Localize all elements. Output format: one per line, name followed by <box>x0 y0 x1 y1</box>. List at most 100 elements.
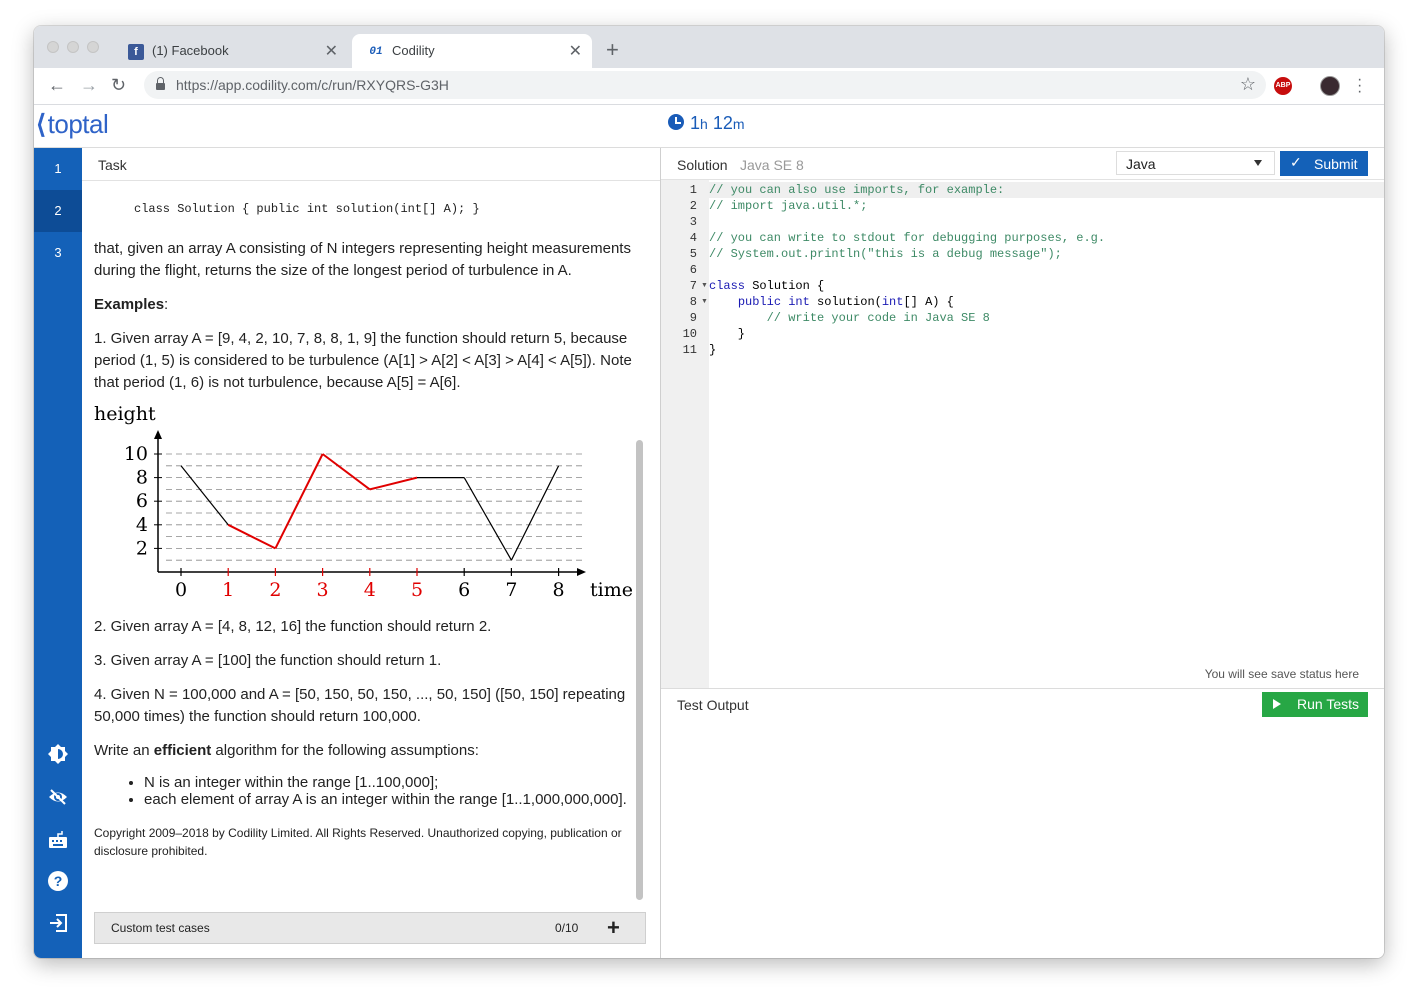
x-tick-label: 4 <box>364 579 376 601</box>
language-value: Java <box>1126 156 1156 172</box>
task-nav-3[interactable]: 3 <box>34 232 82 274</box>
y-tick-label: 10 <box>124 443 148 465</box>
keyboard-icon[interactable] <box>48 830 68 850</box>
tab-strip: f (1) Facebook ✕ 01 Codility ✕ + <box>34 26 1384 68</box>
task-intro: that, given an array A consisting of N i… <box>94 240 631 279</box>
write-bold: efficient <box>153 742 212 759</box>
line-number: 3 <box>689 215 697 229</box>
eye-icon[interactable] <box>48 787 68 807</box>
timer-hours: 1 <box>690 113 701 133</box>
run-tests-label: Run Tests <box>1297 696 1359 712</box>
line-number: 11 <box>682 343 697 357</box>
line-number: 6 <box>689 263 697 277</box>
browser-menu-icon[interactable]: · · · <box>1357 72 1362 100</box>
close-tab-icon[interactable]: ✕ <box>569 41 582 61</box>
line-number: 2 <box>689 199 697 213</box>
bookmark-star-icon[interactable]: ☆ <box>1240 74 1256 95</box>
adblock-icon[interactable]: ABP <box>1274 77 1292 95</box>
check-icon: ✓ <box>1290 154 1302 170</box>
close-window-button[interactable] <box>47 41 59 53</box>
sidebar: 1 2 3 ? <box>34 148 82 958</box>
clock-icon <box>668 114 684 130</box>
line-number: 10 <box>682 327 697 341</box>
save-status: You will see save status here <box>1204 667 1359 681</box>
zoom-window-button[interactable] <box>87 41 99 53</box>
language-version: Java SE 8 <box>740 157 804 173</box>
url-text[interactable]: https://app.codility.com/c/run/RXYQRS-G3… <box>176 77 449 93</box>
toptal-logo-icon: ⟨ <box>36 109 46 139</box>
examples-label: Examples <box>94 296 165 313</box>
y-tick-label: 6 <box>136 490 148 512</box>
help-icon[interactable]: ? <box>48 871 68 891</box>
task-description: class Solution { public int solution(int… <box>94 192 633 860</box>
close-tab-icon[interactable]: ✕ <box>325 41 338 61</box>
assumption-item: each element of array A is an integer wi… <box>144 791 632 808</box>
x-tick-label: 2 <box>269 579 281 601</box>
forward-icon[interactable]: → <box>80 76 98 94</box>
code-line[interactable] <box>709 262 1384 278</box>
code-line[interactable]: } <box>709 326 1384 342</box>
language-select[interactable]: Java <box>1116 151 1275 175</box>
line-number: 5 <box>689 247 697 261</box>
x-tick-label: 0 <box>175 579 187 601</box>
series-segment <box>274 453 324 549</box>
play-icon <box>1273 699 1281 709</box>
code-line[interactable]: // you can write to stdout for debugging… <box>709 230 1384 246</box>
fold-arrow-icon[interactable]: ▼ <box>701 298 708 305</box>
code-editor[interactable]: // you can also use imports, for example… <box>709 180 1384 688</box>
tab-title: Codility <box>392 43 435 58</box>
profile-avatar[interactable] <box>1320 76 1340 96</box>
turbulence-chart: heighttime2468100 1 2 3 4 5 6 7 8 <box>94 404 633 601</box>
y-axis-arrow <box>154 430 162 439</box>
svg-text:?: ? <box>54 873 63 889</box>
code-line[interactable]: // System.out.println("this is a debug m… <box>709 246 1384 262</box>
add-test-case-icon[interactable]: + <box>607 915 620 941</box>
function-signature: class Solution { public int solution(int… <box>134 202 480 216</box>
brightness-icon[interactable] <box>48 744 68 764</box>
series-segment <box>463 477 512 561</box>
solution-header: Solution Java SE 8 Java ✓ Submit <box>661 148 1384 180</box>
code-line[interactable]: public int solution(int[] A) { <box>709 294 1384 310</box>
custom-test-cases-bar[interactable]: Custom test cases 0/10 + <box>94 912 646 944</box>
submit-label: Submit <box>1314 156 1358 172</box>
series-segment <box>369 476 418 491</box>
new-tab-button[interactable]: + <box>606 39 619 61</box>
code-line[interactable]: // write your code in Java SE 8 <box>709 310 1384 326</box>
tab-facebook[interactable]: f (1) Facebook ✕ <box>112 34 348 68</box>
examples-heading: Examples: <box>94 294 632 316</box>
test-output-header: Test Output Run Tests <box>661 688 1384 721</box>
submit-button[interactable]: ✓ Submit <box>1280 151 1368 176</box>
y-tick-label: 4 <box>136 514 148 536</box>
line-number: 9 <box>689 311 697 325</box>
x-tick-label: 1 <box>222 579 234 601</box>
code-line[interactable]: // import java.util.*; <box>709 198 1384 214</box>
minimize-window-button[interactable] <box>67 41 79 53</box>
scrollbar-thumb[interactable] <box>636 440 643 900</box>
address-bar[interactable]: https://app.codility.com/c/run/RXYQRS-G3… <box>144 71 1266 99</box>
task-header: Task <box>82 148 660 181</box>
code-line[interactable]: // you can also use imports, for example… <box>709 182 1384 198</box>
task-pane: Task class Solution { public int solutio… <box>82 148 660 958</box>
fold-arrow-icon[interactable]: ▼ <box>701 282 708 289</box>
logout-icon[interactable] <box>48 913 68 933</box>
code-line[interactable] <box>709 214 1384 230</box>
task-nav-2[interactable]: 2 <box>34 190 82 232</box>
toptal-logo[interactable]: ⟨toptal <box>36 109 109 140</box>
url-path: /c/run/RXYQRS-G3H <box>317 77 449 93</box>
tab-codility[interactable]: 01 Codility ✕ <box>352 34 592 68</box>
y-tick-label: 2 <box>136 537 148 559</box>
example-2: 2. Given array A = [4, 8, 12, 16] the fu… <box>94 618 492 635</box>
task-nav-1[interactable]: 1 <box>34 148 82 190</box>
example-4: 4. Given N = 100,000 and A = [50, 150, 5… <box>94 686 626 725</box>
timer: 1h 12m <box>668 113 745 134</box>
series-segment <box>322 453 371 491</box>
back-icon[interactable]: ← <box>48 76 66 94</box>
custom-test-cases-count: 0/10 <box>555 921 579 935</box>
example-1: 1. Given array A = [9, 4, 2, 10, 7, 8, 8… <box>94 330 632 391</box>
run-tests-button[interactable]: Run Tests <box>1262 692 1368 717</box>
reload-icon[interactable]: ↻ <box>111 76 126 94</box>
lock-icon <box>156 77 165 90</box>
assumptions-intro: Write an efficient algorithm for the fol… <box>94 740 632 762</box>
code-line[interactable]: class Solution { <box>709 278 1384 294</box>
code-line[interactable]: } <box>709 342 1384 358</box>
